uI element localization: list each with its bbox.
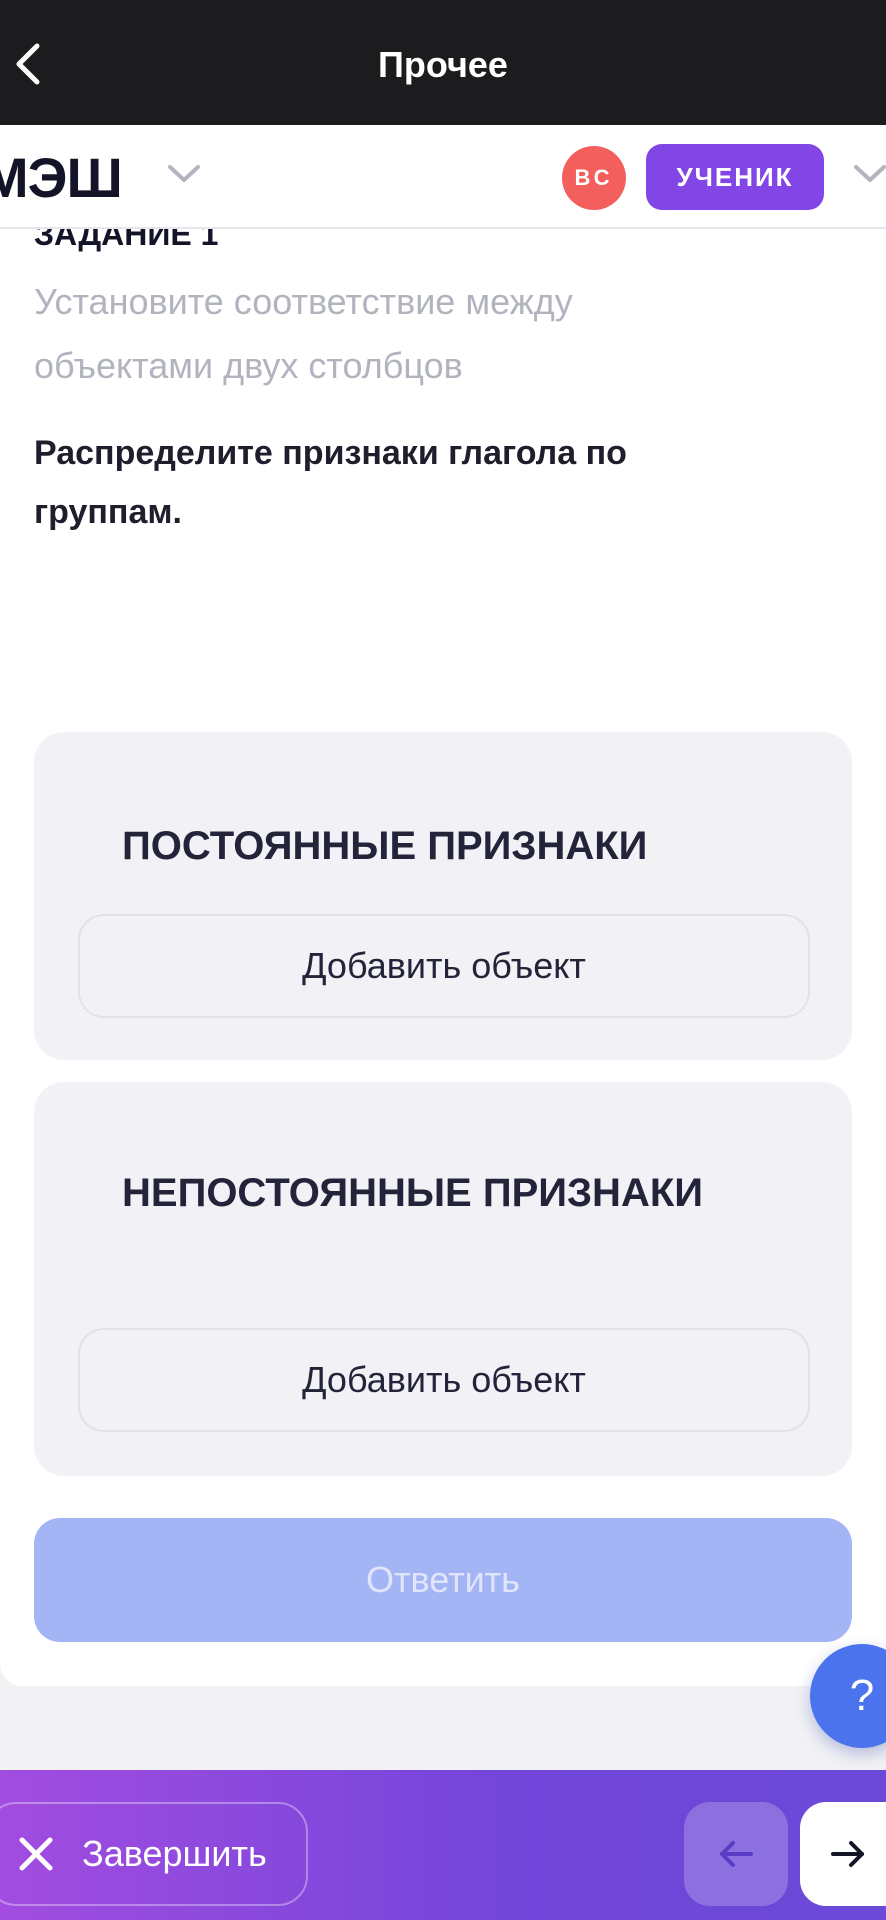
next-button[interactable] (800, 1802, 886, 1906)
group-variable: НЕПОСТОЯННЫЕ ПРИЗНАКИ Добавить объект (34, 1082, 852, 1476)
arrow-right-icon (831, 1841, 864, 1867)
role-button[interactable]: УЧЕНИК (646, 144, 824, 210)
close-icon (19, 1837, 53, 1871)
avatar[interactable]: ВС (562, 146, 626, 210)
task-question: Распределите признаки глагола по группам… (34, 434, 627, 531)
app-logo[interactable]: МЭШ (0, 148, 123, 208)
submit-button[interactable]: Ответить (34, 1518, 852, 1642)
add-object-button[interactable]: Добавить объект (78, 914, 810, 1018)
finish-button[interactable]: Завершить (0, 1802, 308, 1906)
arrow-left-icon (720, 1841, 753, 1867)
chevron-down-icon[interactable] (166, 163, 202, 185)
finish-label: Завершить (82, 1833, 267, 1874)
group-constant: ПОСТОЯННЫЕ ПРИЗНАКИ Добавить объект (34, 732, 852, 1060)
previous-button[interactable] (684, 1802, 788, 1906)
top-navigation-bar: Прочее (0, 0, 886, 125)
task-instruction: Установите соответствие между объектами … (34, 281, 573, 386)
group-title: НЕПОСТОЯННЫЕ ПРИЗНАКИ (122, 1171, 703, 1215)
chevron-down-icon[interactable] (852, 163, 886, 185)
group-title: ПОСТОЯННЫЕ ПРИЗНАКИ (122, 824, 648, 868)
page-title: Прочее (378, 44, 508, 85)
add-object-button[interactable]: Добавить объект (78, 1328, 810, 1432)
